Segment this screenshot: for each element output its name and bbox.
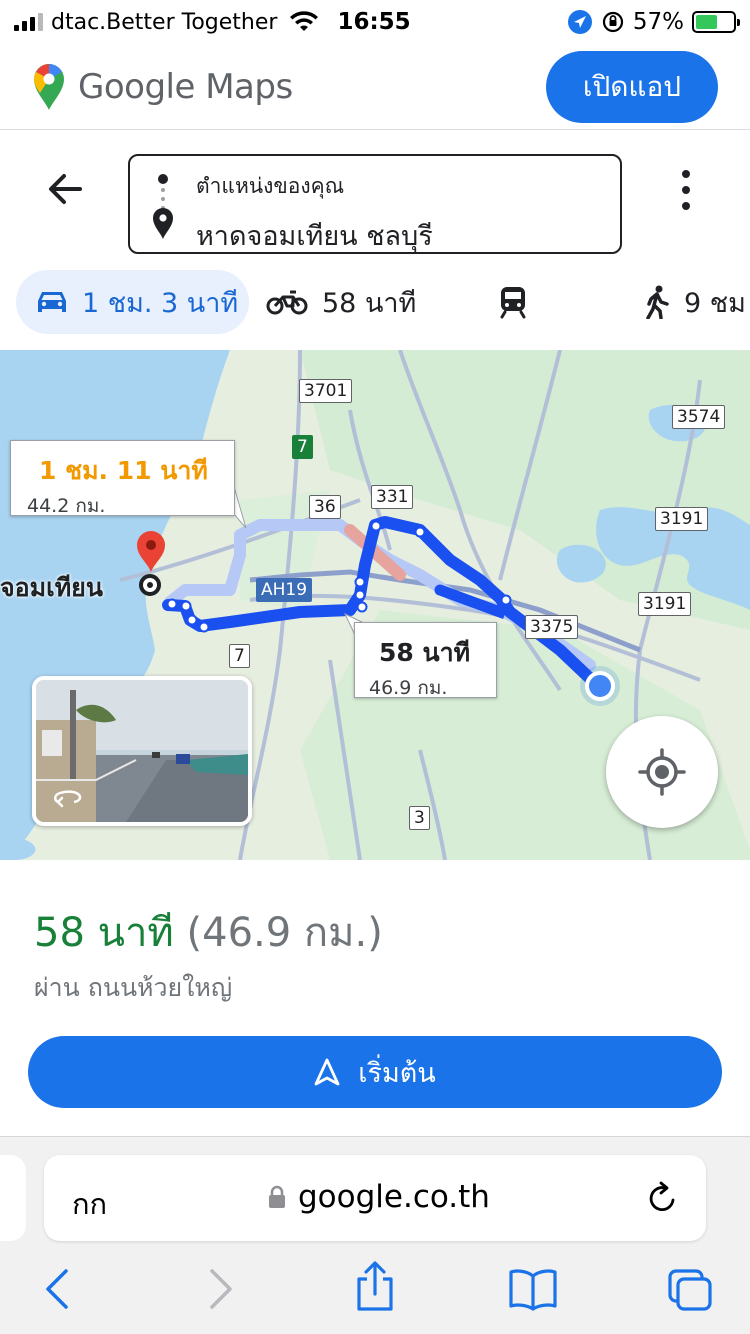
start-navigation-button[interactable]: เริ่มต้น	[28, 1036, 722, 1108]
route-distance: (46.9 กม.)	[186, 910, 383, 956]
main-route-callout[interactable]: 58 นาที 46.9 กม.	[354, 622, 497, 699]
route-input-box[interactable]: ตำแหน่งของคุณ หาดจอมเทียน ชลบุรี	[128, 154, 622, 254]
page-settings-button[interactable]: กก	[72, 1181, 107, 1227]
main-route-time: 58 นาที	[379, 638, 471, 667]
clock: 16:55	[337, 9, 411, 35]
more-options-icon[interactable]	[680, 170, 692, 210]
tab-transit[interactable]	[498, 270, 542, 334]
address-bar[interactable]: กก google.co.th	[44, 1155, 706, 1241]
origin-field[interactable]: ตำแหน่งของคุณ	[196, 170, 344, 203]
url-display[interactable]: google.co.th	[268, 1179, 490, 1215]
route-dots-icon	[161, 188, 165, 210]
alternate-route-callout[interactable]: 1 ชม. 11 นาที 44.2 กม.	[10, 440, 235, 517]
street-view-thumbnail[interactable]	[32, 676, 252, 826]
directions-panel: ตำแหน่งของคุณ หาดจอมเทียน ชลบุรี	[0, 130, 750, 260]
tab-drive[interactable]: 1 ชม. 3 นาที	[16, 270, 249, 334]
route-shield: 3574	[672, 405, 726, 429]
google-maps-logo-text: Google Maps	[78, 66, 293, 107]
route-shield: 3191	[655, 507, 709, 531]
previous-tab-preview[interactable]	[0, 1155, 26, 1241]
battery-percent: 57%	[632, 9, 684, 35]
location-arrow-icon	[567, 10, 592, 34]
share-icon[interactable]	[352, 1261, 398, 1313]
route-shield: 7	[229, 644, 250, 668]
maps-header: Google Maps เปิดแอป	[0, 44, 750, 130]
wifi-icon	[290, 11, 319, 31]
drive-time: 1 ชม. 3 นาที	[82, 287, 239, 319]
signal-icon	[14, 13, 43, 31]
route-shield: 36	[309, 495, 341, 519]
walk-icon	[646, 285, 669, 319]
destination-field[interactable]: หาดจอมเทียน ชลบุรี	[196, 214, 433, 257]
alternate-route-distance: 44.2 กม.	[27, 495, 106, 517]
crosshair-icon	[638, 748, 686, 796]
my-location-button[interactable]	[606, 716, 718, 828]
battery-icon	[692, 11, 740, 33]
route-summary: 58 นาที (46.9 กม.) ผ่าน ถนนห้วยใหญ่ เริ่…	[0, 860, 750, 1136]
destination-map-label: จอมเทียน	[0, 573, 103, 602]
tab-motorcycle[interactable]: 58 นาที	[266, 270, 416, 334]
google-maps-pin-logo-icon	[34, 63, 64, 110]
start-label: เริ่มต้น	[358, 1057, 436, 1089]
walk-time: 9 ชม	[684, 287, 746, 319]
motorcycle-icon	[266, 290, 308, 315]
lock-icon	[269, 1185, 285, 1208]
open-app-button[interactable]: เปิดแอป	[546, 50, 718, 123]
back-nav-icon[interactable]	[40, 1267, 76, 1311]
bookmarks-icon[interactable]	[508, 1267, 558, 1311]
main-route-distance: 46.9 กม.	[369, 677, 448, 699]
route-duration-line: 58 นาที (46.9 กม.)	[34, 900, 383, 964]
alternate-route-time: 1 ชม. 11 นาที	[39, 456, 208, 485]
tabs-icon[interactable]	[666, 1267, 714, 1313]
browser-toolbar: กก google.co.th	[0, 1136, 750, 1334]
train-icon	[500, 287, 526, 319]
travel-mode-tabs: 1 ชม. 3 นาที 58 นาที 9 ชม	[0, 268, 750, 340]
map-view[interactable]: 3701 7 36 331 3574 3191 3191 AH19 3375 7…	[0, 350, 750, 860]
motorcycle-time: 58 นาที	[322, 287, 417, 319]
origin-dot-icon	[158, 174, 168, 184]
carrier-name: dtac.Better Together	[51, 9, 278, 35]
route-duration: 58 นาที	[34, 910, 174, 956]
route-shield: 3701	[299, 379, 353, 403]
route-shield: 7	[292, 435, 313, 459]
rotate-360-icon	[54, 790, 82, 808]
url-text: google.co.th	[298, 1179, 490, 1215]
destination-pin-icon	[153, 208, 173, 239]
route-shield: AH19	[256, 578, 313, 602]
route-shield: 3	[409, 806, 430, 830]
back-arrow-icon[interactable]	[40, 164, 90, 214]
route-shield: 331	[371, 485, 414, 509]
route-shield: 3375	[525, 615, 579, 639]
navigation-arrow-icon	[314, 1058, 340, 1086]
forward-nav-icon[interactable]	[202, 1267, 238, 1311]
reload-icon[interactable]	[646, 1180, 680, 1216]
route-via: ผ่าน ถนนห้วยใหญ่	[34, 973, 233, 1002]
car-icon	[38, 292, 66, 312]
route-shield: 3191	[638, 592, 692, 616]
orientation-lock-icon	[602, 11, 623, 33]
tab-walk[interactable]: 9 ชม	[644, 270, 746, 334]
status-bar: dtac.Better Together 16:55 57%	[0, 0, 750, 44]
